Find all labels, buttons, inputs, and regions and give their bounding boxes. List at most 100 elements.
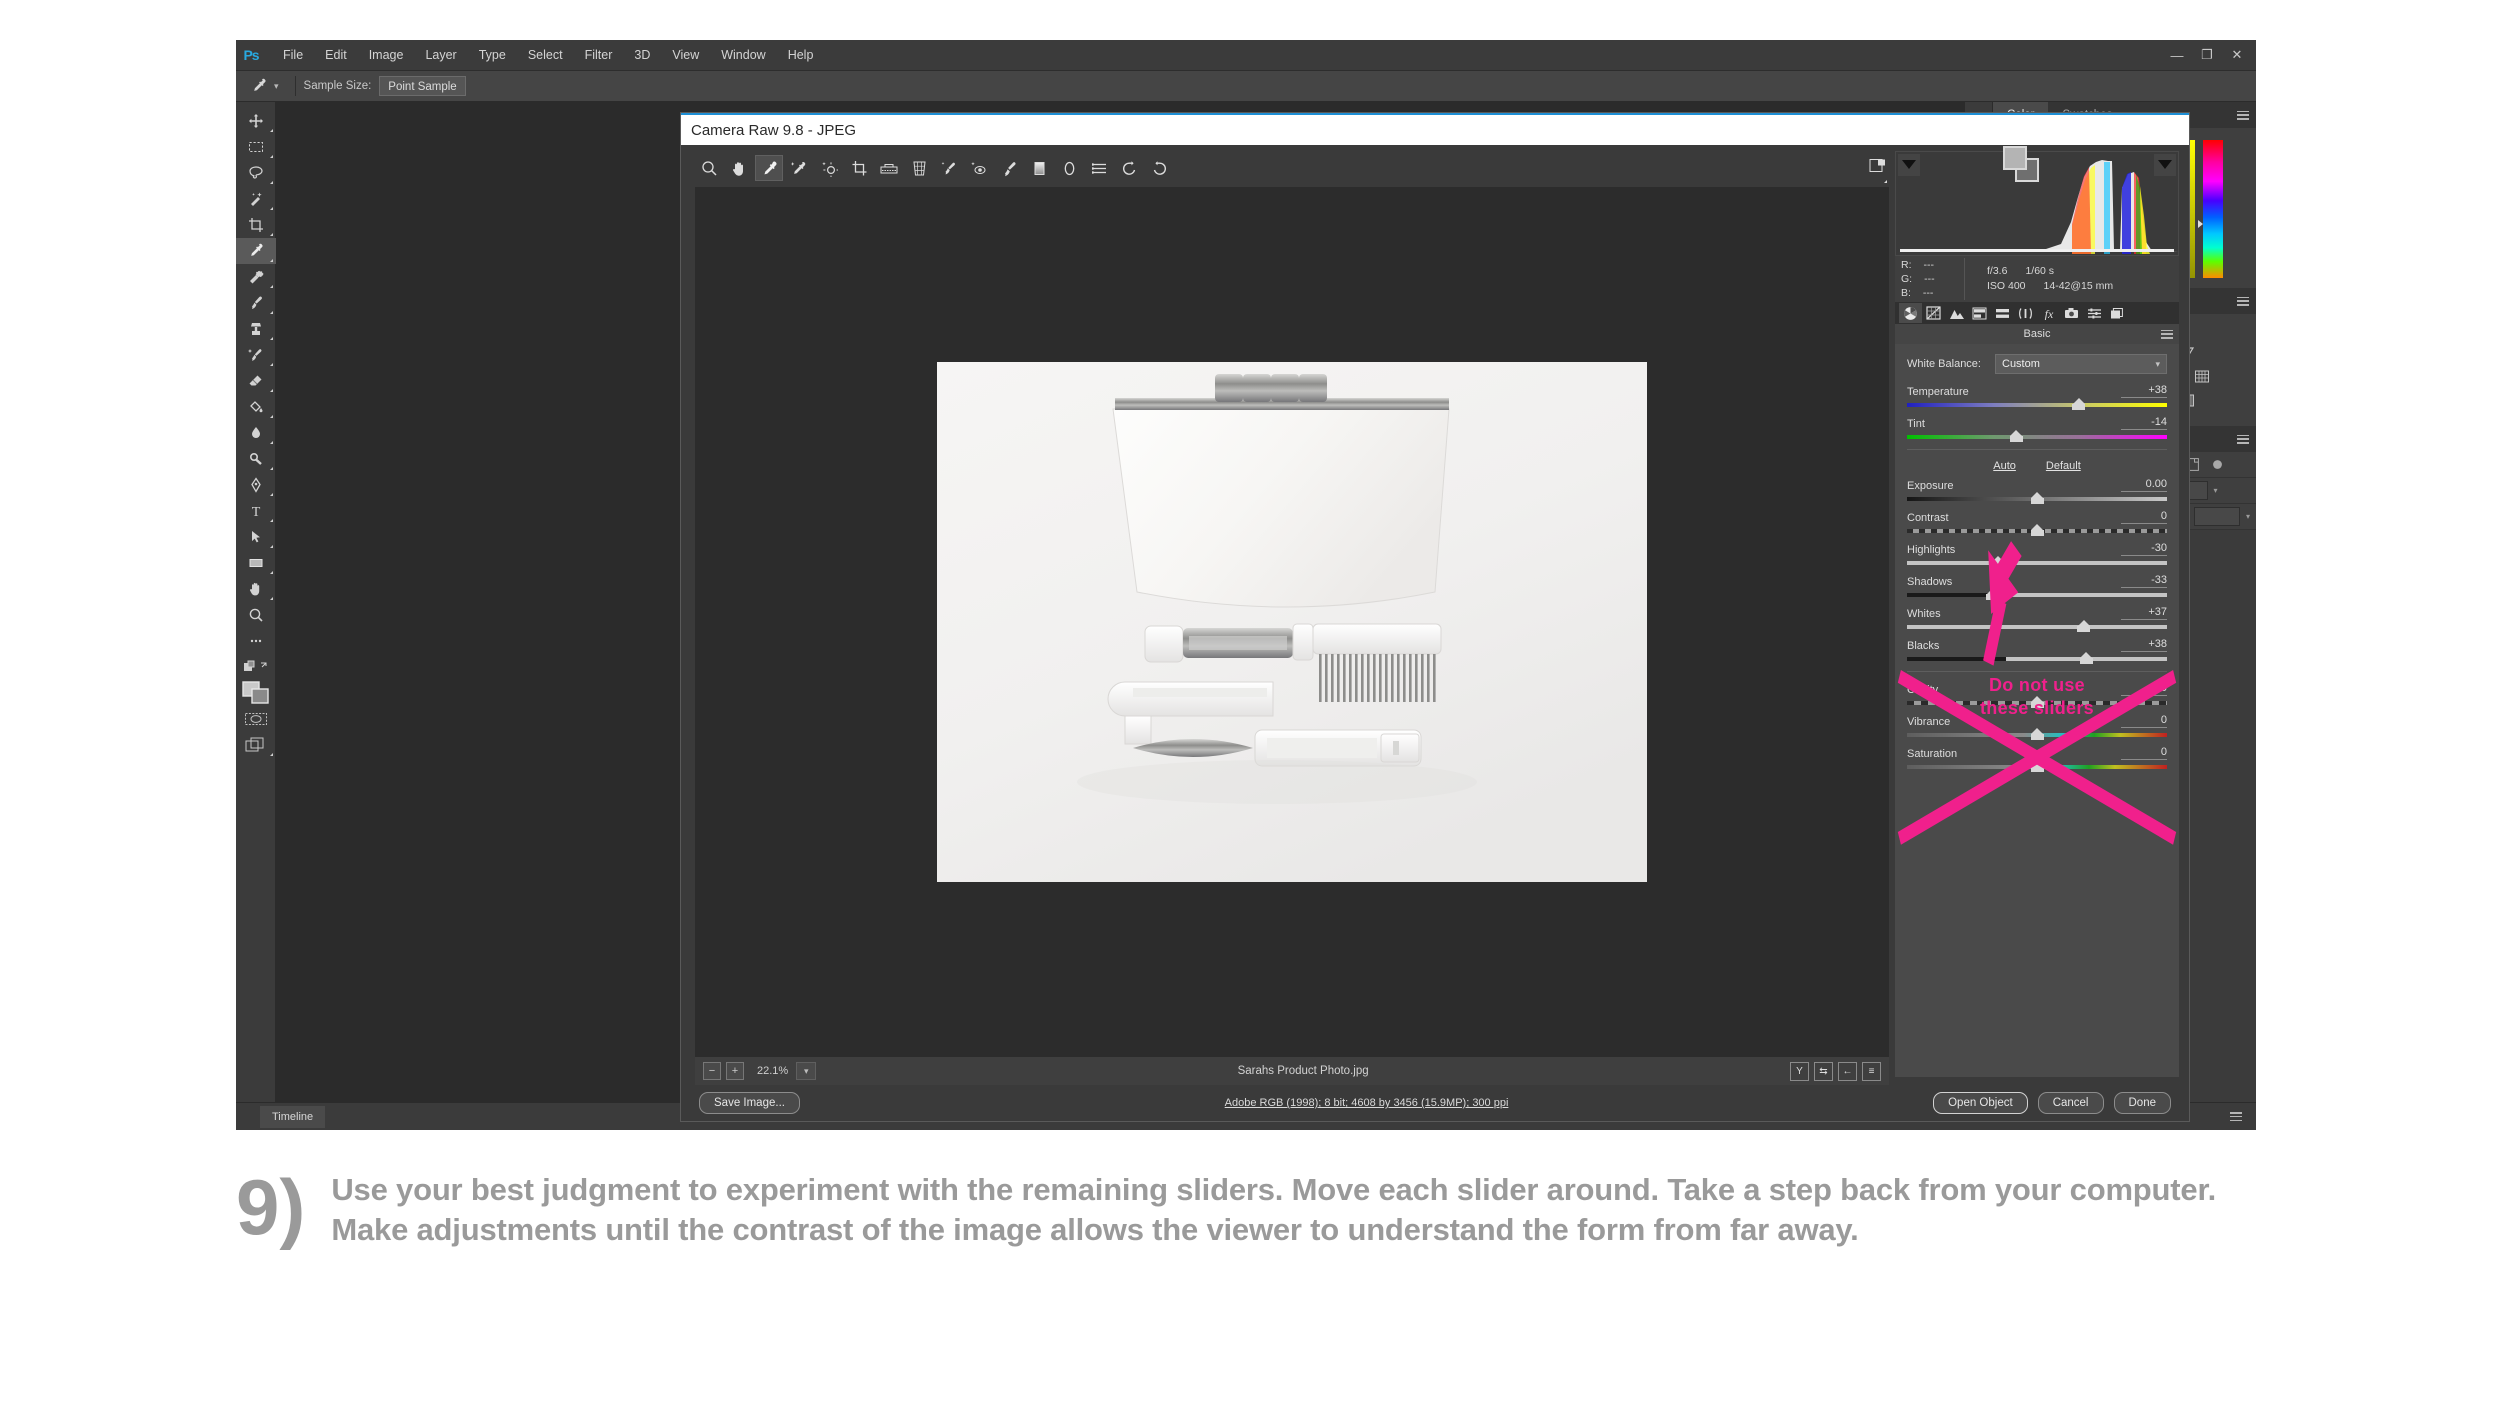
preview-toggle-icon[interactable]: Y bbox=[1790, 1061, 1809, 1081]
default-link[interactable]: Default bbox=[2046, 460, 2081, 472]
slider-track[interactable] bbox=[1907, 435, 2167, 442]
slider-saturation[interactable]: Saturation 0 bbox=[1907, 746, 2167, 772]
quick-mask-swatch-icon[interactable] bbox=[236, 654, 276, 680]
toggle-fullscreen-icon[interactable] bbox=[1865, 155, 1889, 177]
white-balance-select[interactable]: Custom ▾ bbox=[1995, 354, 2167, 374]
slider-thumb[interactable] bbox=[1986, 588, 2000, 600]
marquee-icon[interactable] bbox=[236, 134, 276, 160]
crop-icon[interactable] bbox=[845, 155, 1887, 183]
zoom-icon[interactable] bbox=[695, 155, 723, 181]
slider-thumb[interactable] bbox=[2079, 652, 2093, 664]
transform-icon[interactable] bbox=[905, 155, 933, 181]
adjustment-brush-icon[interactable] bbox=[995, 155, 1023, 181]
slider-value[interactable]: -33 bbox=[2121, 574, 2167, 588]
rectangle-icon[interactable] bbox=[236, 550, 276, 576]
timeline-panel-menu-icon[interactable] bbox=[2230, 1112, 2242, 1121]
auto-link[interactable]: Auto bbox=[1993, 460, 2016, 472]
chevron-down-icon[interactable]: ▾ bbox=[274, 81, 279, 92]
slider-track[interactable] bbox=[1907, 497, 2167, 504]
slider-track[interactable] bbox=[1907, 403, 2167, 410]
white-balance-eyedropper-icon[interactable] bbox=[755, 155, 783, 181]
restore-icon[interactable]: ❐ bbox=[2192, 44, 2222, 66]
close-icon[interactable]: ✕ bbox=[2222, 44, 2252, 66]
timeline-tab[interactable]: Timeline bbox=[260, 1105, 326, 1128]
brush-icon[interactable] bbox=[236, 290, 276, 316]
rotate-left-icon[interactable] bbox=[1115, 155, 1143, 181]
slider-track[interactable] bbox=[1907, 561, 2167, 568]
menu-item-type[interactable]: Type bbox=[468, 40, 517, 70]
straighten-icon[interactable] bbox=[875, 155, 903, 181]
snapshots-icon[interactable] bbox=[2106, 303, 2129, 323]
slider-thumb[interactable] bbox=[2030, 760, 2044, 772]
radial-filter-icon[interactable] bbox=[1055, 155, 1083, 181]
blur-icon[interactable] bbox=[236, 420, 276, 446]
foreground-color-swatch[interactable] bbox=[2003, 146, 2027, 170]
type-icon[interactable]: T bbox=[236, 498, 276, 524]
camera-calibration-icon[interactable] bbox=[2060, 303, 2083, 323]
eyedropper-icon[interactable] bbox=[236, 238, 276, 264]
red-eye-icon[interactable] bbox=[965, 155, 993, 181]
basic-panel-menu-icon[interactable] bbox=[2161, 329, 2173, 339]
slider-thumb[interactable] bbox=[2030, 492, 2044, 504]
dodge-icon[interactable] bbox=[236, 446, 276, 472]
chevron-down-icon[interactable]: ▾ bbox=[796, 1062, 817, 1080]
paint-bucket-icon[interactable] bbox=[236, 394, 276, 420]
pen-icon[interactable] bbox=[236, 472, 276, 498]
slider-thumb[interactable] bbox=[2030, 524, 2044, 536]
spot-removal-icon[interactable] bbox=[935, 155, 963, 181]
preview-preferences-icon[interactable]: ≡ bbox=[1862, 1061, 1881, 1081]
slider-track[interactable] bbox=[1907, 625, 2167, 632]
split-toning-icon[interactable] bbox=[1991, 303, 2014, 323]
slider-track[interactable] bbox=[1907, 593, 2167, 600]
menu-item-file[interactable]: File bbox=[272, 40, 314, 70]
zoom-in-button[interactable]: + bbox=[726, 1062, 744, 1080]
move-icon[interactable] bbox=[236, 108, 276, 134]
hand-icon[interactable] bbox=[725, 155, 753, 181]
slider-tint[interactable]: Tint -14 bbox=[1907, 416, 2167, 442]
slider-track[interactable] bbox=[1907, 657, 2167, 664]
history-brush-icon[interactable] bbox=[236, 342, 276, 368]
quick-mask-mode-icon[interactable] bbox=[236, 706, 276, 732]
slider-value[interactable]: +38 bbox=[2121, 638, 2167, 652]
open-object-button[interactable]: Open Object bbox=[1933, 1092, 2028, 1114]
camera-raw-preview[interactable] bbox=[695, 187, 1889, 1057]
slider-track[interactable] bbox=[1907, 765, 2167, 772]
slider-blacks[interactable]: Blacks +38 bbox=[1907, 638, 2167, 664]
slider-value[interactable]: +38 bbox=[2121, 384, 2167, 398]
menu-item-3d[interactable]: 3D bbox=[623, 40, 661, 70]
slider-thumb[interactable] bbox=[2077, 620, 2091, 632]
before-after-icon[interactable]: ⇆ bbox=[1814, 1061, 1833, 1081]
more-tools-icon[interactable] bbox=[236, 628, 276, 654]
slider-value[interactable]: 0 bbox=[2121, 746, 2167, 760]
eraser-icon[interactable] bbox=[236, 368, 276, 394]
slider-value[interactable]: -14 bbox=[2121, 416, 2167, 430]
save-image-button[interactable]: Save Image... bbox=[699, 1092, 800, 1114]
menu-item-edit[interactable]: Edit bbox=[314, 40, 358, 70]
eyedropper-icon[interactable] bbox=[244, 74, 274, 98]
slider-thumb[interactable] bbox=[2009, 430, 2023, 442]
color-sampler-icon[interactable] bbox=[785, 155, 813, 181]
crop-icon[interactable] bbox=[236, 212, 276, 238]
filter-toggle-icon[interactable] bbox=[2208, 455, 2227, 474]
lasso-icon[interactable] bbox=[236, 160, 276, 186]
color-lookup-icon[interactable] bbox=[2192, 368, 2213, 385]
preferences-icon[interactable] bbox=[1085, 155, 1113, 181]
workflow-options-link[interactable]: Adobe RGB (1998); 8 bit; 4608 by 3456 (1… bbox=[800, 1097, 1933, 1109]
hand-icon[interactable] bbox=[236, 576, 276, 602]
fill-input[interactable] bbox=[2193, 507, 2240, 526]
slider-whites[interactable]: Whites +37 bbox=[1907, 606, 2167, 632]
minimize-icon[interactable]: — bbox=[2162, 44, 2192, 66]
slider-thumb[interactable] bbox=[2072, 398, 2086, 410]
slider-value[interactable]: -30 bbox=[2121, 542, 2167, 556]
lens-corrections-icon[interactable] bbox=[2014, 303, 2037, 323]
path-select-icon[interactable] bbox=[236, 524, 276, 550]
adjustments-panel-menu-icon[interactable] bbox=[2230, 288, 2256, 314]
menu-item-help[interactable]: Help bbox=[777, 40, 825, 70]
menu-item-image[interactable]: Image bbox=[358, 40, 415, 70]
sample-size-select[interactable]: Point Sample bbox=[379, 76, 466, 96]
slider-value[interactable]: 0.00 bbox=[2121, 478, 2167, 492]
slider-thumb[interactable] bbox=[2030, 728, 2044, 740]
color-panel-menu-icon[interactable] bbox=[2230, 102, 2256, 128]
slider-track[interactable] bbox=[1907, 733, 2167, 740]
zoom-icon[interactable] bbox=[236, 602, 276, 628]
